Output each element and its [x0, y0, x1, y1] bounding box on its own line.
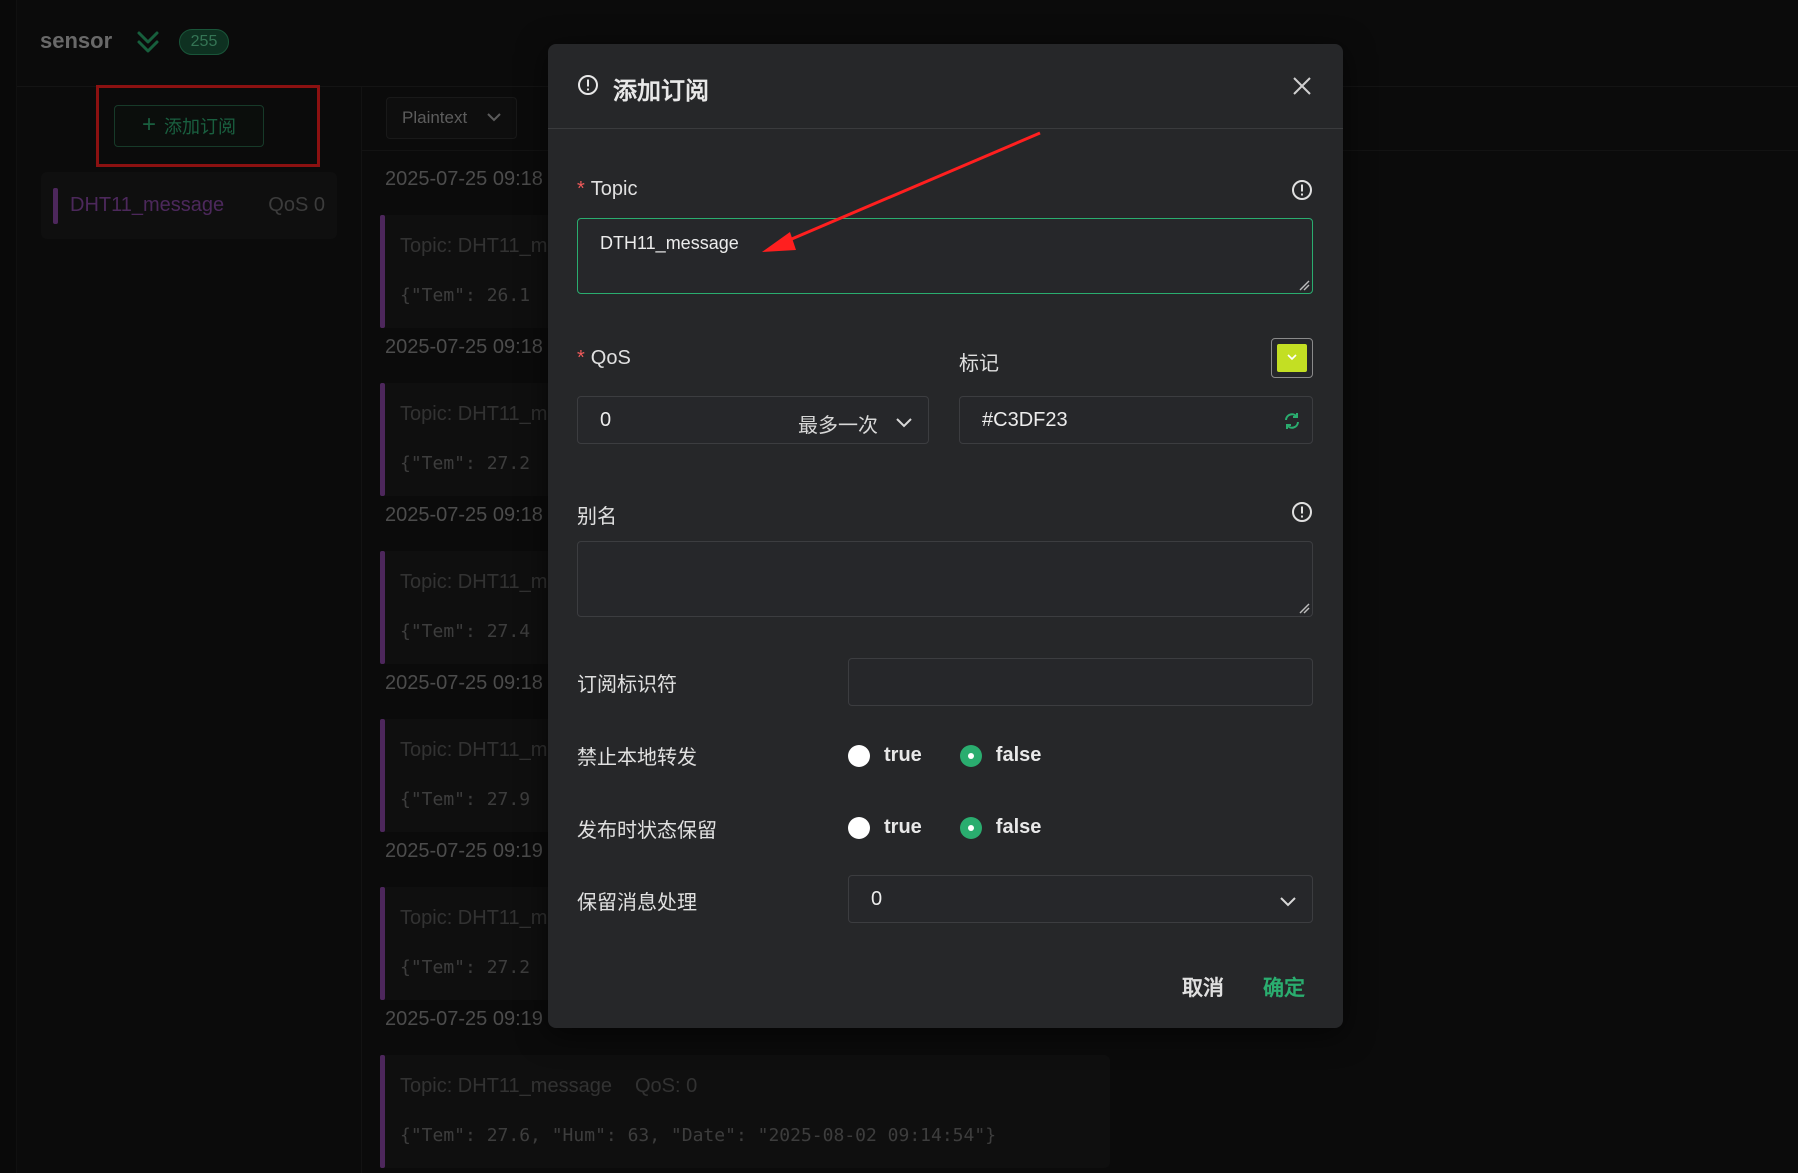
add-subscription-dialog: 添加订阅 * Topic DTH11_message * QoS 0 最多一次 标记 [548, 44, 1343, 1028]
retain-as-published-false-option[interactable]: false [959, 816, 1042, 839]
alias-input[interactable] [577, 541, 1313, 617]
refresh-icon[interactable] [1282, 411, 1302, 431]
sub-identifier-label: 订阅标识符 [577, 674, 677, 696]
radio-label: true [884, 816, 922, 838]
qos-select[interactable]: 0 最多一次 [577, 396, 929, 444]
no-local-true-option[interactable]: true [848, 744, 922, 767]
qos-label: * QoS [577, 347, 631, 369]
retain-handling-value: 0 [871, 888, 883, 910]
dialog-title: 添加订阅 [613, 78, 709, 105]
help-icon[interactable] [1291, 179, 1313, 201]
radio-label: true [884, 744, 922, 766]
chevron-down-icon [1280, 897, 1296, 907]
radio-label: false [995, 816, 1042, 838]
radio-button[interactable] [848, 816, 870, 839]
sub-identifier-input[interactable] [848, 658, 1313, 706]
retain-handling-label: 保留消息处理 [577, 892, 697, 914]
retain-handling-select[interactable]: 0 [848, 875, 1313, 923]
color-picker-swatch[interactable] [1271, 338, 1313, 378]
retain-as-published-label: 发布时状态保留 [577, 820, 717, 842]
no-local-radio-group: true false [848, 744, 1079, 767]
color-hex-input[interactable]: #C3DF23 [959, 396, 1313, 444]
topic-label: * Topic [577, 178, 638, 200]
qos-description: 最多一次 [798, 415, 878, 437]
help-icon[interactable] [1291, 501, 1313, 523]
color-mark-label: 标记 [959, 353, 999, 375]
radio-button-selected[interactable] [959, 816, 982, 839]
topic-input[interactable]: DTH11_message [577, 218, 1313, 294]
alias-label: 别名 [577, 506, 617, 528]
chevron-down-icon [1287, 354, 1297, 361]
color-swatch-fill [1277, 344, 1307, 372]
color-hex-value: #C3DF23 [982, 409, 1068, 431]
dialog-header: 添加订阅 [548, 44, 1343, 129]
close-icon[interactable] [1291, 75, 1313, 97]
info-icon [578, 75, 598, 95]
confirm-button[interactable]: 确定 [1263, 972, 1305, 1002]
resize-handle-icon[interactable] [1298, 602, 1310, 614]
qos-value: 0 [600, 409, 612, 431]
radio-label: false [995, 744, 1042, 766]
no-local-false-option[interactable]: false [959, 744, 1042, 767]
radio-button-selected[interactable] [959, 744, 982, 767]
retain-as-published-true-option[interactable]: true [848, 816, 922, 839]
resize-handle-icon[interactable] [1298, 279, 1310, 291]
chevron-down-icon [896, 418, 912, 428]
retain-as-published-radio-group: true false [848, 816, 1079, 839]
cancel-button[interactable]: 取消 [1182, 972, 1224, 1002]
radio-button[interactable] [848, 744, 870, 767]
no-local-label: 禁止本地转发 [577, 747, 697, 769]
